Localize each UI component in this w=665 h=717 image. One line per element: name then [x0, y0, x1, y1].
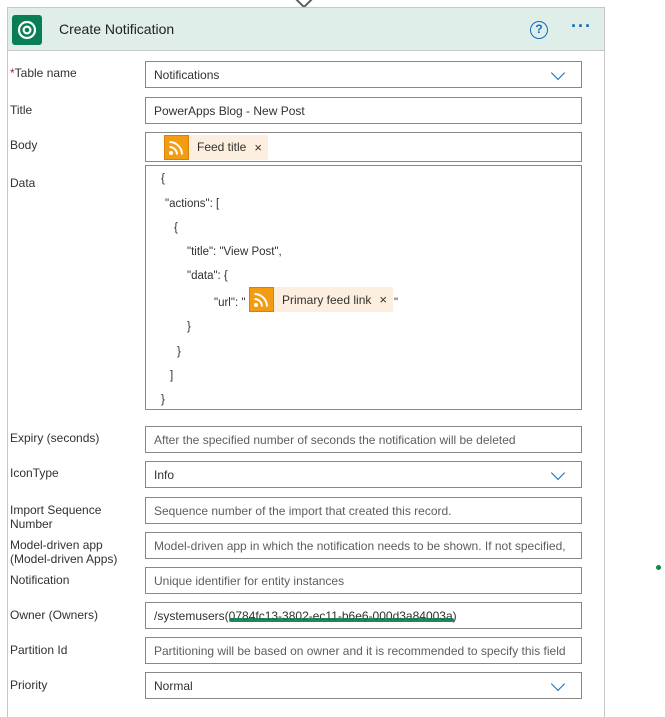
- code-line: {: [161, 173, 165, 185]
- import-seq-label: Import Sequence Number: [10, 503, 101, 531]
- code-line: }: [177, 346, 181, 358]
- import-seq-placeholder: Sequence number of the import that creat…: [154, 503, 452, 518]
- action-title: Create Notification: [59, 21, 175, 37]
- title-value: PowerApps Blog - New Post: [154, 103, 305, 118]
- import-seq-label-line1: Import Sequence: [10, 503, 102, 517]
- partition-input[interactable]: Partitioning will be based on owner and …: [145, 637, 582, 664]
- partition-placeholder: Partitioning will be based on owner and …: [154, 643, 566, 658]
- icon-type-value: Info: [154, 467, 175, 482]
- table-name-dropdown[interactable]: Notifications: [145, 61, 582, 88]
- data-json-editor[interactable]: { "actions": [ { "title": "View Post", "…: [145, 165, 582, 410]
- model-app-input[interactable]: Model-driven app in which the notificati…: [145, 532, 582, 559]
- feed-title-token-label: Feed title: [197, 140, 247, 154]
- code-line: "actions": [: [165, 198, 220, 210]
- owner-label: Owner (Owners): [10, 608, 99, 622]
- body-label: Body: [10, 138, 38, 152]
- code-line: }: [161, 394, 165, 406]
- table-name-label: *Table name: [10, 66, 77, 80]
- redaction-mark: [229, 618, 454, 622]
- remove-token-icon[interactable]: ×: [379, 292, 387, 307]
- priority-dropdown[interactable]: Normal: [145, 672, 582, 699]
- expiry-input[interactable]: After the specified number of seconds th…: [145, 426, 582, 453]
- status-dot: [656, 565, 661, 570]
- code-line: }: [187, 321, 191, 333]
- notification-placeholder: Unique identifier for entity instances: [154, 573, 345, 588]
- import-seq-input[interactable]: Sequence number of the import that creat…: [145, 497, 582, 524]
- table-name-label-text: Table name: [14, 66, 77, 80]
- model-app-label-line2: (Model-driven Apps): [10, 552, 118, 566]
- model-app-label: Model-driven app (Model-driven Apps): [10, 538, 117, 566]
- chevron-down-icon[interactable]: [550, 65, 566, 81]
- code-line: {: [174, 222, 178, 234]
- rss-icon: [249, 287, 274, 312]
- partition-label: Partition Id: [10, 643, 68, 657]
- import-seq-label-line2: Number: [10, 517, 53, 531]
- code-line: "url": ": [214, 297, 246, 309]
- code-line: "title": "View Post",: [187, 246, 282, 258]
- priority-value: Normal: [154, 678, 193, 693]
- icon-type-label: IconType: [10, 466, 59, 480]
- rss-icon: [164, 134, 189, 160]
- code-line: "data": {: [187, 270, 228, 282]
- dataverse-icon: [12, 15, 42, 45]
- body-input[interactable]: Feed title ×: [145, 132, 582, 162]
- primary-feed-link-token[interactable]: Primary feed link ×: [249, 287, 393, 312]
- remove-token-icon[interactable]: ×: [254, 140, 262, 155]
- expiry-label: Expiry (seconds): [10, 431, 100, 445]
- expiry-placeholder: After the specified number of seconds th…: [154, 432, 516, 447]
- notification-label: Notification: [10, 573, 70, 587]
- help-icon[interactable]: ?: [530, 21, 548, 39]
- more-options-icon[interactable]: ···: [571, 16, 592, 37]
- notification-input[interactable]: Unique identifier for entity instances: [145, 567, 582, 594]
- feed-title-token[interactable]: Feed title ×: [164, 134, 268, 160]
- action-header[interactable]: Create Notification ? ···: [8, 8, 604, 51]
- model-app-label-line1: Model-driven app: [10, 538, 103, 552]
- owner-input[interactable]: /systemusers(0784fc13-3802-ec11-b6e6-000…: [145, 602, 582, 629]
- title-label: Title: [10, 103, 33, 117]
- title-input[interactable]: PowerApps Blog - New Post: [145, 97, 582, 124]
- priority-label: Priority: [10, 678, 48, 692]
- model-app-placeholder: Model-driven app in which the notificati…: [154, 538, 566, 553]
- primary-feed-link-token-label: Primary feed link: [282, 292, 372, 307]
- table-name-value: Notifications: [154, 67, 220, 82]
- code-line: ": [394, 297, 399, 309]
- chevron-down-icon[interactable]: [550, 465, 566, 481]
- icon-type-dropdown[interactable]: Info: [145, 461, 582, 488]
- data-label: Data: [10, 176, 36, 190]
- chevron-down-icon[interactable]: [550, 676, 566, 692]
- code-line: ]: [170, 370, 174, 382]
